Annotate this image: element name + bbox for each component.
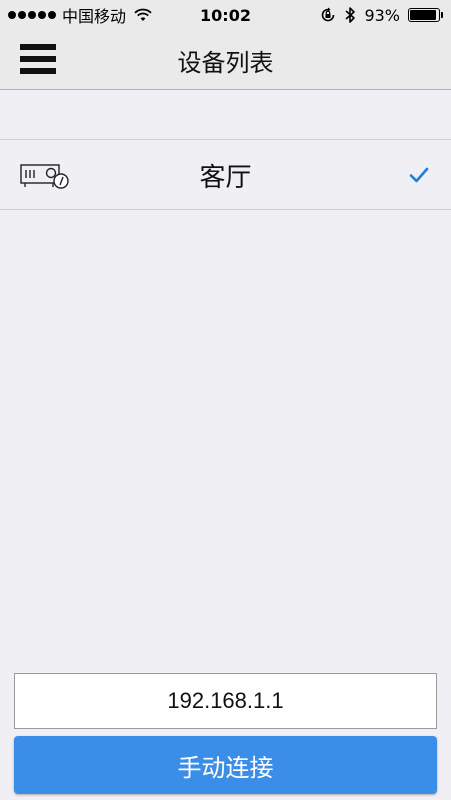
nav-bar: 设备列表 — [0, 30, 451, 90]
bluetooth-icon — [345, 7, 356, 23]
checkmark-icon — [409, 167, 429, 183]
status-right: 93% — [320, 0, 443, 30]
screen: 中国移动 10:02 93% 设备列表 客厅 192.168.1.1 手动连接 — [0, 0, 451, 800]
battery-icon — [408, 8, 443, 22]
ip-address-input[interactable] — [14, 673, 437, 729]
page-title: 设备列表 — [177, 48, 274, 77]
orientation-lock-icon — [322, 7, 335, 22]
device-row-living-room[interactable]: 客厅 — [0, 139, 451, 210]
device-name: 客厅 — [199, 162, 252, 193]
status-bar: 中国移动 10:02 93% — [0, 0, 451, 30]
device-list: 客厅 — [0, 139, 451, 210]
battery-percent: 93% — [364, 5, 400, 25]
battery-fill — [410, 10, 437, 20]
manual-connect-button[interactable]: 手动连接 — [14, 736, 437, 794]
